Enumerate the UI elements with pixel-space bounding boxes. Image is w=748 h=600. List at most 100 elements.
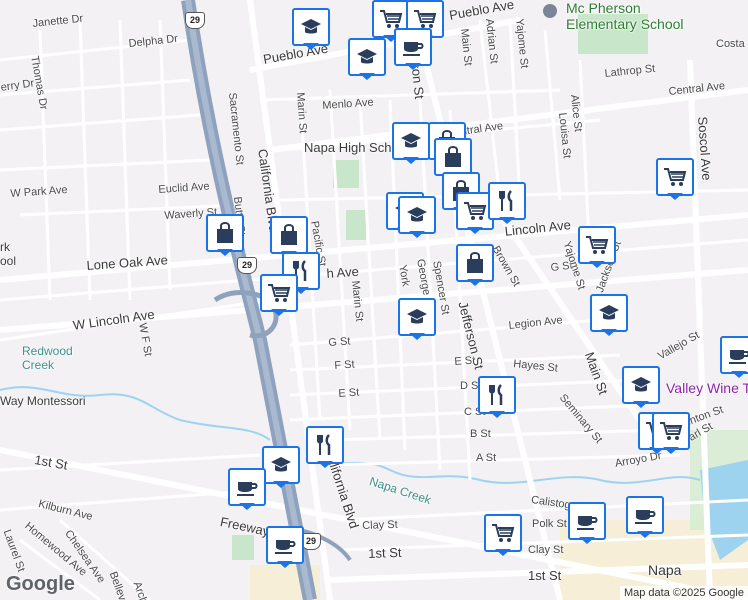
map-pin-coffee[interactable] bbox=[228, 468, 266, 510]
place-label: rk bbox=[0, 240, 10, 254]
map-pin-school[interactable] bbox=[590, 294, 628, 336]
map-pin-coffee[interactable] bbox=[266, 526, 304, 568]
school-icon bbox=[392, 122, 430, 160]
restaurant-icon bbox=[488, 182, 526, 220]
pin-pointer bbox=[495, 549, 511, 556]
pin-pointer bbox=[359, 73, 375, 80]
bag-icon bbox=[434, 138, 472, 176]
pin-pointer bbox=[409, 231, 425, 238]
street-label: Costa bbox=[716, 38, 745, 50]
street-label: Polk St bbox=[532, 518, 567, 530]
map-pin-school[interactable] bbox=[262, 446, 300, 488]
map-pin-school[interactable] bbox=[392, 122, 430, 164]
bag-icon bbox=[456, 244, 494, 282]
school-icon bbox=[622, 366, 660, 404]
pin-pointer bbox=[403, 157, 419, 164]
restaurant-icon bbox=[306, 426, 344, 464]
pin-pointer bbox=[637, 531, 653, 538]
map-pin-school[interactable] bbox=[292, 8, 330, 50]
map-pin-bag[interactable] bbox=[456, 244, 494, 286]
coffee-icon bbox=[568, 502, 606, 540]
street-label: F St bbox=[334, 358, 355, 372]
pin-pointer bbox=[409, 333, 425, 340]
map-pin-cart[interactable] bbox=[652, 412, 690, 454]
pin-pointer bbox=[239, 503, 255, 510]
street-label: E St bbox=[338, 386, 360, 400]
coffee-icon bbox=[626, 496, 664, 534]
school-icon bbox=[262, 446, 300, 484]
pin-pointer bbox=[489, 411, 505, 418]
street-label: B St bbox=[470, 428, 491, 440]
pin-pointer bbox=[601, 329, 617, 336]
map-pin-restaurant[interactable] bbox=[488, 182, 526, 224]
map-pin-cart[interactable] bbox=[578, 226, 616, 268]
map-pin-cart[interactable] bbox=[656, 158, 694, 200]
map-pin-school[interactable] bbox=[622, 366, 660, 408]
map-pin-school[interactable] bbox=[398, 196, 436, 238]
street-label: A St bbox=[476, 452, 497, 464]
pin-pointer bbox=[467, 279, 483, 286]
highway-29-shield: 29 bbox=[237, 257, 257, 274]
coffee-icon bbox=[266, 526, 304, 564]
pin-pointer bbox=[405, 63, 421, 70]
school-icon bbox=[292, 8, 330, 46]
school-icon bbox=[398, 196, 436, 234]
cart-icon bbox=[652, 412, 690, 450]
pin-pointer bbox=[317, 461, 333, 468]
school-label[interactable]: Mc Pherson Elementary School bbox=[566, 0, 686, 32]
map-pin-restaurant[interactable] bbox=[478, 376, 516, 418]
creek-label: Redwood Creek bbox=[22, 344, 73, 372]
map-pin-cart[interactable] bbox=[260, 274, 298, 316]
pin-pointer bbox=[217, 249, 233, 256]
highway-29-shield: 29 bbox=[301, 533, 321, 550]
highway-29-shield: 29 bbox=[185, 12, 205, 29]
cart-icon bbox=[260, 274, 298, 312]
coffee-icon bbox=[394, 28, 432, 66]
school-icon bbox=[348, 38, 386, 76]
pin-pointer bbox=[303, 43, 319, 50]
map-canvas[interactable]: Janette Dr Delpha Dr Thomas Dr erry Dr P… bbox=[0, 0, 748, 600]
google-logo[interactable]: Google bbox=[6, 573, 75, 596]
pin-pointer bbox=[667, 193, 683, 200]
pin-pointer bbox=[271, 309, 287, 316]
pin-pointer bbox=[579, 537, 595, 544]
pin-pointer bbox=[277, 561, 293, 568]
pin-pointer bbox=[467, 227, 483, 234]
pin-pointer bbox=[499, 217, 515, 224]
map-pin-school[interactable] bbox=[398, 298, 436, 340]
street-label: 1st St bbox=[368, 544, 402, 561]
pin-pointer bbox=[663, 447, 679, 454]
map-pin-restaurant[interactable] bbox=[306, 426, 344, 468]
school-icon bbox=[398, 298, 436, 336]
street-label: Clay St bbox=[528, 544, 564, 556]
street-label: Clay St bbox=[362, 518, 398, 532]
place-label: Napa High Sch bbox=[304, 140, 392, 155]
cart-icon bbox=[484, 514, 522, 552]
map-pin-school[interactable] bbox=[348, 38, 386, 80]
restaurant-icon bbox=[478, 376, 516, 414]
coffee-icon bbox=[228, 468, 266, 506]
pin-pointer bbox=[731, 371, 747, 378]
cart-icon bbox=[656, 158, 694, 196]
street-label: 1st St bbox=[528, 568, 562, 583]
coffee-icon bbox=[720, 336, 748, 374]
map-pin-coffee[interactable] bbox=[626, 496, 664, 538]
school-poi-icon[interactable] bbox=[543, 4, 557, 18]
map-pin-coffee[interactable] bbox=[394, 28, 432, 70]
street-label: G St bbox=[328, 335, 351, 349]
map-pin-coffee[interactable] bbox=[568, 502, 606, 544]
bag-icon bbox=[270, 216, 308, 254]
pin-pointer bbox=[589, 261, 605, 268]
map-pin-coffee[interactable] bbox=[720, 336, 748, 378]
map-attribution[interactable]: Map data ©2025 Google bbox=[619, 586, 748, 600]
city-label: Napa bbox=[648, 562, 682, 578]
school-icon bbox=[590, 294, 628, 332]
place-label: ool bbox=[0, 254, 17, 268]
street-label: h Ave bbox=[326, 263, 360, 281]
map-pin-cart[interactable] bbox=[484, 514, 522, 556]
pin-pointer bbox=[273, 481, 289, 488]
place-label: Way Montessori bbox=[0, 394, 86, 408]
bag-icon bbox=[206, 214, 244, 252]
winery-label[interactable]: Valley Wine T bbox=[666, 380, 748, 396]
map-pin-bag[interactable] bbox=[206, 214, 244, 256]
